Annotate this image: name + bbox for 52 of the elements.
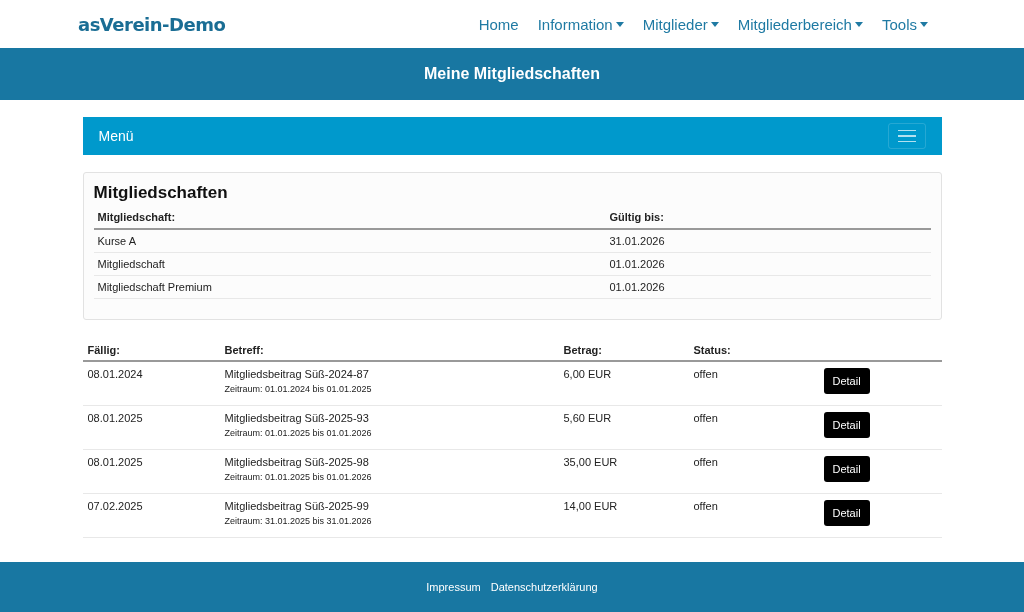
table-cell-text: 07.02.2025 [87,500,144,514]
nav-link[interactable]: Mitglieder [642,15,719,33]
table-cell-text: 08.01.2024 [87,368,144,382]
menu-icon[interactable] [887,123,926,149]
nav-link[interactable]: Tools [881,15,928,33]
table-cell-text: offen [693,456,719,470]
table-cell-text: 35,00 EUR [563,456,619,470]
menu-label: Menü [98,128,134,144]
table-cell-text: 08.01.2025 [87,412,144,426]
detail-button[interactable]: Detail [823,412,870,438]
table-cell-text: 14,00 EUR [563,500,619,514]
table-cell-text: 5,60 EUR [563,412,613,426]
period-text: Zeitraum: 01.01.2024 bis 01.01.2025 [224,384,373,394]
card-title: Mitgliedschaften [93,183,229,203]
column-header: Betrag: [563,344,603,356]
table-cell-text: 31.01.2026 [609,235,666,247]
detail-button[interactable]: Detail [823,368,870,394]
caret-icon [710,21,719,27]
period-text: Zeitraum: 01.01.2025 bis 01.01.2026 [224,472,373,482]
column-header: Mitgliedschaft: [97,211,177,223]
footer-link[interactable]: Datenschutzerklärung [490,581,598,593]
table-cell-text: Mitgliedsbeitrag Süß-2025-98 [224,456,370,468]
table-cell-text: 01.01.2026 [609,281,666,293]
table-cell-text: offen [693,500,719,514]
column-header: Fällig: [87,344,121,356]
column-header: Gültig bis: [609,211,665,223]
column-header: Status: [693,344,732,356]
table-cell-text: Mitgliedsbeitrag Süß-2024-87 [224,368,370,380]
table-cell-text: 01.01.2026 [609,258,666,270]
table-cell-text: Mitgliedsbeitrag Süß-2025-93 [224,412,370,424]
caret-icon [615,21,624,27]
table-cell-text: 08.01.2025 [87,456,144,470]
nav-link[interactable]: Information [537,15,624,33]
site-logo[interactable]: asVerein-Demo [78,13,226,35]
table-cell-text: Kurse A [97,235,138,247]
table-cell-text: offen [693,368,719,382]
caret-icon [920,21,928,27]
table-cell-text: Mitgliedsbeitrag Süß-2025-99 [224,500,370,512]
detail-button[interactable]: Detail [823,456,870,482]
detail-button[interactable]: Detail [823,500,870,526]
table-cell-text: Mitgliedschaft [97,258,166,270]
column-header: Betreff: [224,344,265,356]
table-cell-text: 6,00 EUR [563,368,613,382]
period-text: Zeitraum: 01.01.2025 bis 01.01.2026 [224,428,373,438]
table-cell-text: Mitgliedschaft Premium [97,281,213,293]
footer-link[interactable]: Impressum [426,581,481,593]
caret-icon [854,21,863,27]
table-cell-text: offen [693,412,719,426]
nav-link[interactable]: Home [478,15,519,33]
nav-link[interactable]: Mitgliederbereich [737,15,863,33]
period-text: Zeitraum: 31.01.2025 bis 31.01.2026 [224,516,373,526]
page-title: Meine Mitgliedschaften [424,65,600,83]
